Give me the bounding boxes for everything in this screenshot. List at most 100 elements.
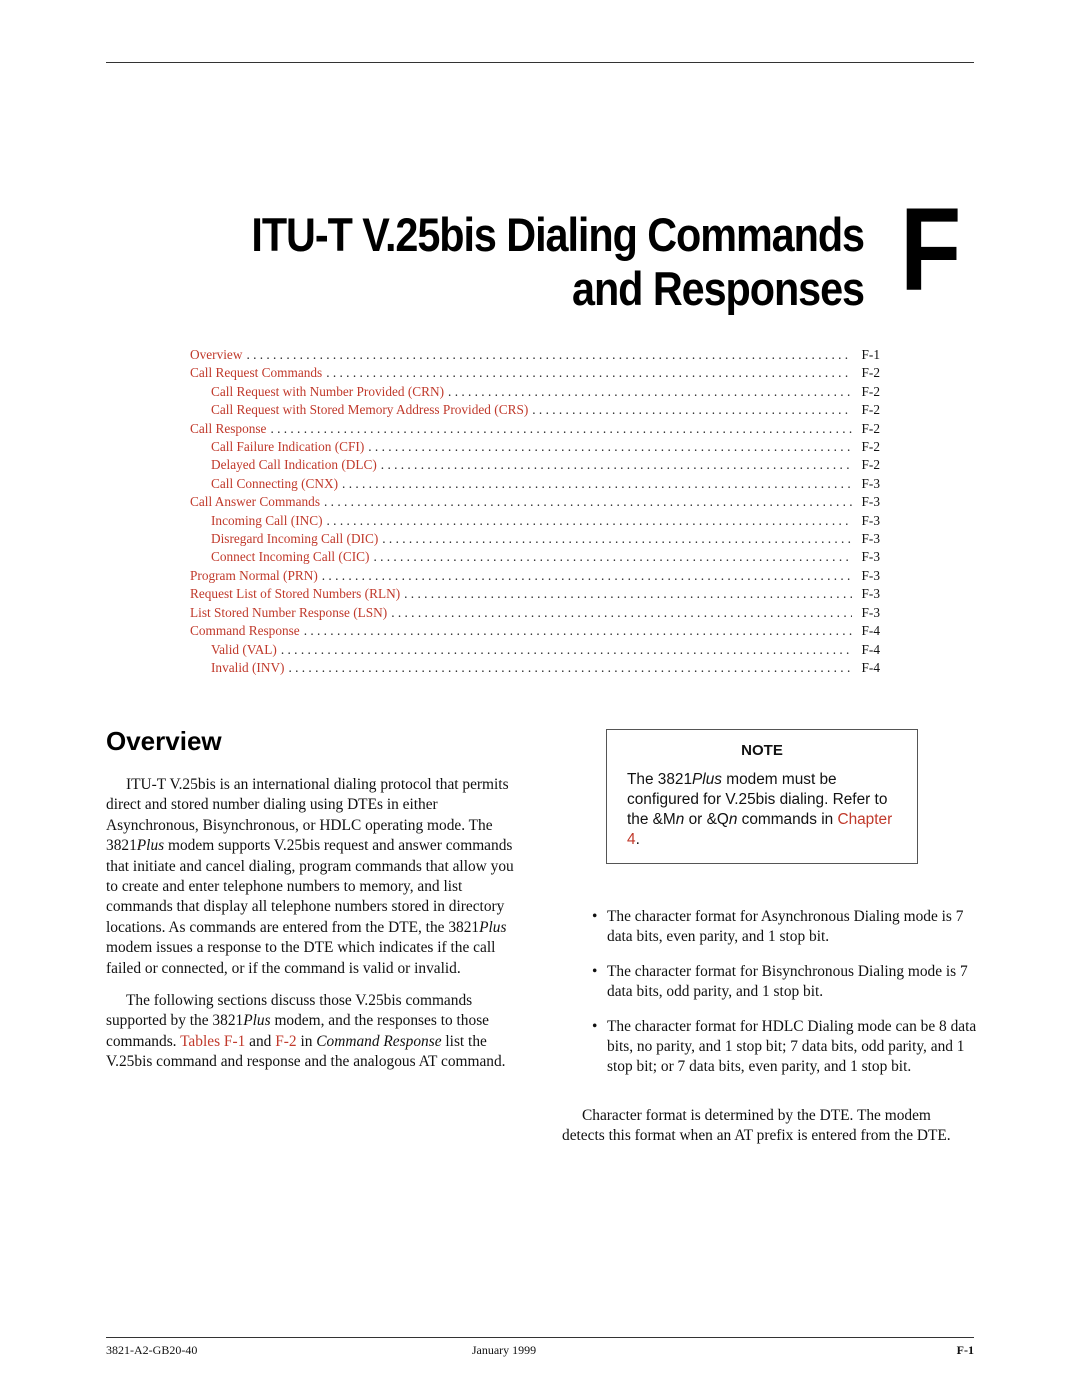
- toc-leader-dots: [532, 401, 852, 419]
- toc-entry-link[interactable]: Call Request with Stored Memory Address …: [211, 401, 528, 419]
- toc-leader-dots: [448, 383, 852, 401]
- toc-leader-dots: [288, 659, 852, 677]
- bullet-icon: •: [592, 962, 598, 980]
- toc-entry[interactable]: Disregard Incoming Call (DIC) F-3: [190, 530, 880, 548]
- toc-entry[interactable]: List Stored Number Response (LSN) F-3: [190, 604, 880, 622]
- text: modem issues a response to the DTE which…: [106, 939, 496, 977]
- text: The 3821: [627, 771, 693, 788]
- table-of-contents: OverviewF-1Call Request CommandsF-2Call …: [190, 346, 880, 677]
- toc-entry[interactable]: Valid (VAL) F-4: [190, 641, 880, 659]
- toc-entry-link[interactable]: Invalid (INV): [211, 659, 284, 677]
- toc-page-number: F-2: [861, 420, 880, 436]
- toc-entry-link[interactable]: Delayed Call Indication (DLC): [211, 456, 377, 474]
- list-item-text: The character format for Bisynchronous D…: [607, 962, 968, 1001]
- toc-entry[interactable]: Call Request with Number Provided (CRN) F…: [190, 383, 880, 401]
- overview-paragraph-1: ITU-T V.25bis is an international dialin…: [106, 775, 524, 979]
- toc-page-number: F-3: [861, 549, 880, 565]
- toc-leader-dots: [404, 585, 852, 603]
- toc-leader-dots: [322, 567, 852, 585]
- toc-entry[interactable]: Call Response F-2: [190, 420, 880, 438]
- section-heading-overview: Overview: [106, 726, 222, 756]
- toc-entry-link[interactable]: Valid (VAL): [211, 641, 277, 659]
- toc-page-number: F-3: [861, 475, 880, 491]
- toc-page-number: F-3: [861, 531, 880, 547]
- text: commands in: [737, 811, 838, 828]
- note-title: NOTE: [741, 742, 783, 759]
- section-reference-italic: Command Response: [316, 1032, 442, 1050]
- link-tables-f1[interactable]: Tables F-1: [180, 1033, 245, 1050]
- toc-entry-link[interactable]: Overview: [190, 346, 242, 364]
- left-column: ITU-T V.25bis is an international dialin…: [106, 775, 524, 1085]
- toc-leader-dots: [270, 420, 852, 438]
- list-item: • The character format for Asynchronous D…: [562, 907, 977, 948]
- toc-leader-dots: [382, 530, 852, 548]
- toc-leader-dots: [391, 604, 852, 622]
- toc-entry-link[interactable]: Disregard Incoming Call (DIC): [211, 530, 378, 548]
- toc-entry[interactable]: Call Request with Stored Memory Address …: [190, 401, 880, 419]
- list-item-text: The character format for HDLC Dialing mo…: [607, 1017, 977, 1076]
- toc-leader-dots: [368, 438, 852, 456]
- note-body: The 3821Plus modem must be configured fo…: [627, 770, 907, 850]
- toc-entry[interactable]: Program Normal (PRN) F-3: [190, 567, 880, 585]
- toc-entry[interactable]: Overview F-1: [190, 346, 880, 364]
- toc-entry-link[interactable]: Call Request with Number Provided (CRN): [211, 383, 444, 401]
- toc-page-number: F-4: [861, 623, 880, 639]
- toc-entry-link[interactable]: Call Response: [190, 420, 266, 438]
- chapter-letter: F: [900, 184, 962, 316]
- page-number: F-1: [956, 1343, 974, 1357]
- link-table-f2[interactable]: F-2: [275, 1033, 296, 1050]
- footer-rule: [106, 1337, 974, 1338]
- list-item-text: The character format for Asynchronous Di…: [607, 908, 964, 946]
- toc-entry-link[interactable]: Call Failure Indication (CFI): [211, 438, 364, 456]
- text: and: [245, 1032, 276, 1050]
- toc-leader-dots: [342, 475, 852, 493]
- toc-entry-link[interactable]: List Stored Number Response (LSN): [190, 604, 387, 622]
- toc-page-number: F-3: [861, 567, 880, 583]
- note-box: NOTE The 3821Plus modem must be configur…: [606, 729, 918, 864]
- toc-entry-link[interactable]: Connect Incoming Call (CIC): [211, 548, 369, 566]
- chapter-title-line-2: and Responses: [572, 262, 865, 315]
- toc-page-number: F-2: [861, 402, 880, 418]
- chapter-title: ITU-T V.25bis Dialing Commands and Respo…: [192, 208, 865, 316]
- toc-entry-link[interactable]: Request List of Stored Numbers (RLN): [190, 585, 400, 603]
- toc-page-number: F-2: [861, 383, 880, 399]
- toc-entry[interactable]: Delayed Call Indication (DLC) F-2: [190, 456, 880, 474]
- toc-entry-link[interactable]: Incoming Call (INC): [211, 512, 323, 530]
- toc-entry-link[interactable]: Call Answer Commands: [190, 493, 320, 511]
- product-name-italic: Plus: [479, 918, 507, 936]
- toc-page-number: F-3: [861, 512, 880, 528]
- toc-page-number: F-1: [861, 347, 880, 362]
- text: modem supports V.25bis request and answe…: [106, 837, 514, 936]
- bullet-icon: •: [592, 1017, 598, 1035]
- toc-entry-link[interactable]: Program Normal (PRN): [190, 567, 318, 585]
- closing-paragraph: Character format is determined by the DT…: [562, 1106, 951, 1145]
- toc-entry[interactable]: Invalid (INV) F-4: [190, 659, 880, 677]
- toc-leader-dots: [304, 622, 852, 640]
- toc-entry[interactable]: Call Answer Commands F-3: [190, 493, 880, 511]
- toc-entry[interactable]: Call Failure Indication (CFI) F-2: [190, 438, 880, 456]
- publication-date: January 1999: [471, 1343, 537, 1357]
- toc-entry[interactable]: Call Connecting (CNX) F-3: [190, 475, 880, 493]
- list-item: • The character format for Bisynchronous …: [562, 962, 977, 1003]
- toc-leader-dots: [373, 548, 852, 566]
- chapter-title-line-1: ITU-T V.25bis Dialing Commands: [251, 208, 865, 261]
- toc-page-number: F-2: [861, 439, 880, 455]
- toc-entry-link[interactable]: Call Request Commands: [190, 364, 322, 382]
- toc-entry[interactable]: Call Request Commands F-2: [190, 364, 880, 382]
- toc-entry[interactable]: Command Response F-4: [190, 622, 880, 640]
- toc-leader-dots: [381, 456, 852, 474]
- product-name-italic: Plus: [243, 1012, 271, 1030]
- toc-entry-link[interactable]: Call Connecting (CNX): [211, 475, 338, 493]
- toc-leader-dots: [327, 512, 852, 530]
- toc-entry[interactable]: Request List of Stored Numbers (RLN) F-3: [190, 585, 880, 603]
- text: .: [635, 831, 640, 848]
- right-column: • The character format for Asynchronous D…: [562, 907, 977, 1147]
- toc-leader-dots: [281, 641, 852, 659]
- toc-page-number: F-2: [861, 457, 880, 473]
- text: in: [296, 1032, 317, 1050]
- toc-entry-link[interactable]: Command Response: [190, 622, 300, 640]
- toc-page-number: F-2: [861, 365, 880, 381]
- toc-page-number: F-4: [861, 641, 880, 657]
- toc-entry[interactable]: Incoming Call (INC) F-3: [190, 512, 880, 530]
- toc-entry[interactable]: Connect Incoming Call (CIC) F-3: [190, 548, 880, 566]
